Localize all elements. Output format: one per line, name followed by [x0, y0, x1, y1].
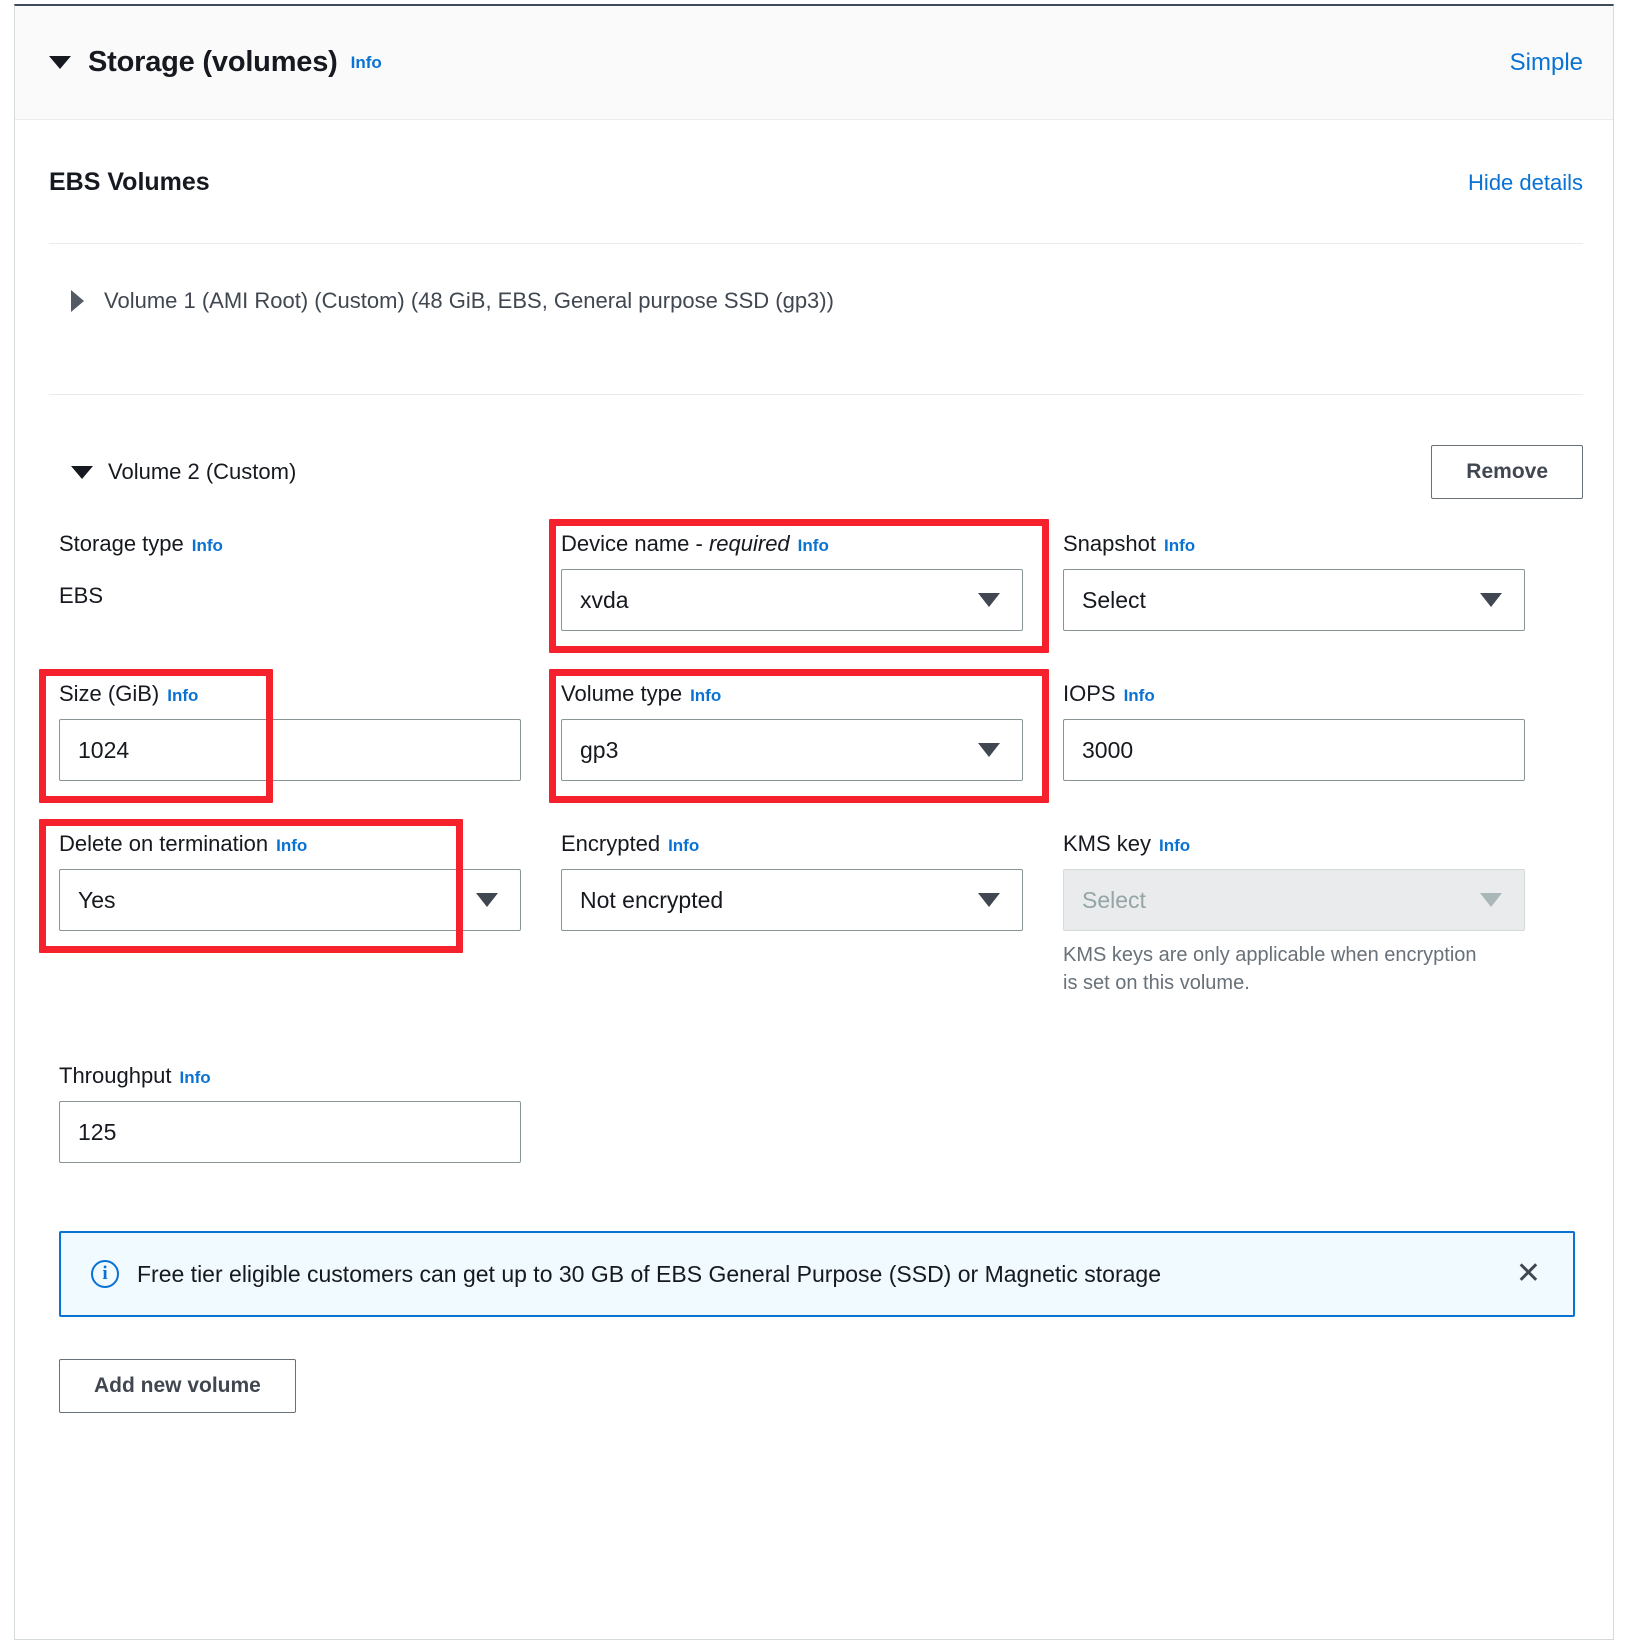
- chevron-down-icon: [978, 593, 1000, 607]
- device-name-label-wrap: Device name - required Info: [561, 531, 1023, 557]
- snapshot-label-wrap: Snapshot Info: [1063, 531, 1525, 557]
- panel-body: EBS Volumes Hide details Volume 1 (AMI R…: [15, 120, 1613, 1413]
- field-throughput: Throughput Info 125: [59, 1063, 561, 1185]
- add-new-volume-button[interactable]: Add new volume: [59, 1359, 296, 1413]
- ebs-volumes-heading: EBS Volumes: [49, 168, 210, 196]
- field-snapshot: Snapshot Info Select: [1063, 531, 1565, 653]
- remove-volume-button[interactable]: Remove: [1431, 445, 1583, 499]
- iops-value: 3000: [1082, 736, 1134, 763]
- field-encrypted: Encrypted Info Not encrypted: [561, 831, 1063, 1019]
- free-tier-alert: i Free tier eligible customers can get u…: [59, 1231, 1575, 1317]
- device-name-select[interactable]: xvda: [561, 569, 1023, 631]
- close-icon[interactable]: ✕: [1512, 1259, 1545, 1289]
- kms-key-value: Select: [1082, 886, 1146, 913]
- field-volume-type: Volume type Info gp3: [549, 669, 1063, 803]
- encrypted-select[interactable]: Not encrypted: [561, 869, 1023, 931]
- snapshot-label: Snapshot: [1063, 531, 1156, 556]
- encrypted-label-wrap: Encrypted Info: [561, 831, 1023, 857]
- throughput-value: 125: [78, 1118, 117, 1145]
- field-kms-key: KMS key Info Select KMS keys are only app…: [1063, 831, 1565, 1019]
- size-gib-value: 1024: [78, 736, 130, 763]
- kms-key-select: Select: [1063, 869, 1525, 931]
- volume-type-select[interactable]: gp3: [561, 719, 1023, 781]
- size-gib-label: Size (GiB): [59, 681, 160, 706]
- size-gib-label-wrap: Size (GiB) Info: [59, 681, 521, 707]
- caret-down-icon[interactable]: [49, 56, 71, 69]
- caret-right-icon[interactable]: [71, 290, 84, 312]
- chevron-down-icon: [476, 893, 498, 907]
- volume-1-row[interactable]: Volume 1 (AMI Root) (Custom) (48 GiB, EB…: [49, 244, 1583, 358]
- field-spacer-1: [561, 1063, 1063, 1185]
- chevron-down-icon: [978, 893, 1000, 907]
- add-volume-wrap: Add new volume: [49, 1317, 1583, 1413]
- free-tier-alert-text: Free tier eligible customers can get up …: [137, 1260, 1161, 1287]
- caret-down-icon[interactable]: [71, 465, 93, 479]
- device-name-value: xvda: [580, 586, 629, 613]
- device-name-label: Device name -: [561, 531, 709, 556]
- chevron-down-icon: [1480, 893, 1502, 907]
- size-gib-input[interactable]: 1024: [59, 719, 521, 781]
- volume-type-label-wrap: Volume type Info: [561, 681, 1023, 707]
- iops-label-wrap: IOPS Info: [1063, 681, 1525, 707]
- size-gib-info-link[interactable]: Info: [167, 686, 198, 705]
- field-size-gib: Size (GiB) Info 1024: [39, 669, 561, 803]
- throughput-info-link[interactable]: Info: [180, 1068, 211, 1087]
- encrypted-value: Not encrypted: [580, 886, 724, 913]
- delete-on-termination-value: Yes: [78, 886, 116, 913]
- storage-volumes-panel: Storage (volumes) Info Simple EBS Volume…: [14, 4, 1614, 1640]
- form-grid-row-1: Storage type Info EBS Device name - requi…: [59, 519, 1583, 653]
- device-name-required-text: required: [708, 531, 790, 556]
- field-device-name: Device name - required Info xvda: [549, 519, 1063, 653]
- device-name-info-link[interactable]: Info: [798, 536, 829, 555]
- snapshot-value: Select: [1082, 586, 1146, 613]
- kms-key-info-link[interactable]: Info: [1159, 836, 1190, 855]
- mode-toggle-simple-link[interactable]: Simple: [1510, 49, 1583, 77]
- field-storage-type: Storage type Info EBS: [59, 531, 561, 653]
- iops-info-link[interactable]: Info: [1124, 686, 1155, 705]
- volume-2-summary: Volume 2 (Custom): [108, 459, 297, 484]
- page-title: Storage (volumes): [88, 46, 338, 78]
- field-spacer-2: [1063, 1063, 1565, 1185]
- volume-2-header: Volume 2 (Custom) Remove: [49, 395, 1583, 499]
- storage-type-label-wrap: Storage type Info: [59, 531, 521, 557]
- snapshot-info-link[interactable]: Info: [1164, 536, 1195, 555]
- delete-on-termination-label: Delete on termination: [59, 831, 269, 856]
- chevron-down-icon: [978, 743, 1000, 757]
- storage-type-info-link[interactable]: Info: [192, 536, 223, 555]
- volume-type-value: gp3: [580, 736, 619, 763]
- ebs-volumes-subheader: EBS Volumes Hide details: [49, 120, 1583, 207]
- delete-on-termination-label-wrap: Delete on termination Info: [59, 831, 521, 857]
- kms-key-hint: KMS keys are only applicable when encryp…: [1063, 944, 1477, 994]
- encrypted-info-link[interactable]: Info: [668, 836, 699, 855]
- storage-type-label: Storage type: [59, 531, 184, 556]
- hide-details-link[interactable]: Hide details: [1468, 170, 1583, 196]
- form-grid-row-3: Delete on termination Info Yes Encrypted I…: [39, 819, 1583, 1019]
- field-iops: IOPS Info 3000: [1063, 681, 1565, 803]
- iops-label: IOPS: [1063, 681, 1116, 706]
- volume-type-info-link[interactable]: Info: [690, 686, 721, 705]
- iops-input[interactable]: 3000: [1063, 719, 1525, 781]
- delete-on-termination-info-link[interactable]: Info: [276, 836, 307, 855]
- kms-key-label: KMS key: [1063, 831, 1152, 856]
- delete-on-termination-select[interactable]: Yes: [59, 869, 521, 931]
- form-grid-row-2: Size (GiB) Info 1024 Volume type Info gp…: [39, 669, 1583, 803]
- volume-1-summary: Volume 1 (AMI Root) (Custom) (48 GiB, EB…: [104, 288, 834, 313]
- volume-2-form: Storage type Info EBS Device name - requi…: [39, 499, 1583, 1185]
- throughput-label-wrap: Throughput Info: [59, 1063, 521, 1089]
- encrypted-label: Encrypted: [561, 831, 661, 856]
- throughput-label: Throughput: [59, 1063, 172, 1088]
- throughput-input[interactable]: 125: [59, 1101, 521, 1163]
- section-info-link[interactable]: Info: [351, 53, 382, 73]
- kms-key-label-wrap: KMS key Info: [1063, 831, 1525, 857]
- chevron-down-icon: [1480, 593, 1502, 607]
- volume-type-label: Volume type: [561, 681, 683, 706]
- form-grid-row-4: Throughput Info 125: [59, 1063, 1583, 1185]
- storage-type-value: EBS: [59, 583, 104, 608]
- section-header: Storage (volumes) Info Simple: [15, 6, 1613, 120]
- info-circle-icon: i: [91, 1260, 119, 1288]
- snapshot-select[interactable]: Select: [1063, 569, 1525, 631]
- field-delete-on-termination: Delete on termination Info Yes: [39, 819, 561, 1019]
